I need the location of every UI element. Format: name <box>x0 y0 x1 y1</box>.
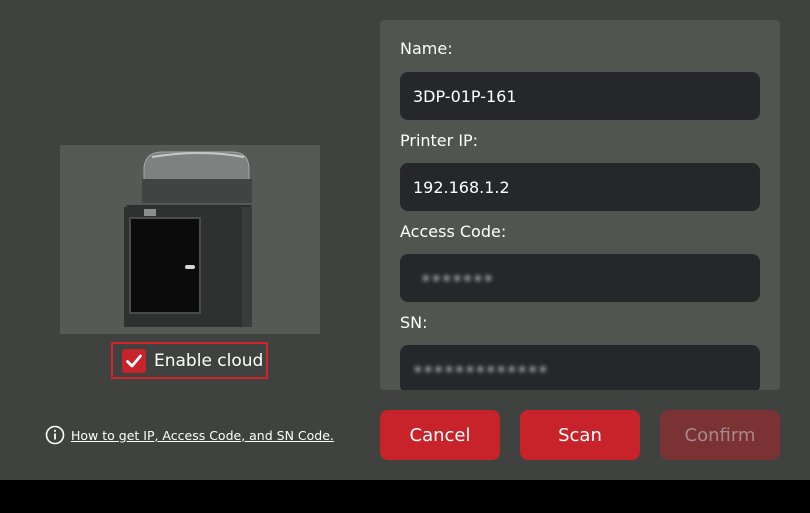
sn-field[interactable]: ••••••••••••• <box>400 345 760 390</box>
help-row: How to get IP, Access Code, and SN Code. <box>45 425 334 445</box>
info-icon <box>45 425 65 445</box>
enable-cloud-checkbox[interactable]: Enable cloud <box>111 342 268 379</box>
access-code-value: ••••••• <box>421 268 495 288</box>
printer-icon <box>124 151 252 327</box>
printer-ip-value: 192.168.1.2 <box>413 177 510 197</box>
access-code-field[interactable]: ••••••• <box>400 254 760 302</box>
printer-ip-label: Printer IP: <box>400 131 479 150</box>
name-field[interactable]: 3DP-01P-161 <box>400 72 760 120</box>
name-value: 3DP-01P-161 <box>413 86 517 106</box>
scan-button[interactable]: Scan <box>520 410 640 460</box>
printer-info-form: Name: 3DP-01P-161 Printer IP: 192.168.1.… <box>380 20 780 390</box>
bind-printer-dialog: Enable cloud Name: 3DP-01P-161 Printer I… <box>0 0 810 480</box>
help-link[interactable]: How to get IP, Access Code, and SN Code. <box>71 428 334 443</box>
cancel-button[interactable]: Cancel <box>380 410 500 460</box>
printer-image <box>60 145 320 334</box>
name-label: Name: <box>400 39 453 58</box>
printer-ip-field[interactable]: 192.168.1.2 <box>400 163 760 211</box>
confirm-button[interactable]: Confirm <box>660 410 780 460</box>
access-code-label: Access Code: <box>400 222 507 241</box>
enable-cloud-label: Enable cloud <box>154 350 264 371</box>
sn-value: ••••••••••••• <box>413 359 549 379</box>
checkmark-icon[interactable] <box>122 348 146 373</box>
sn-label: SN: <box>400 313 428 332</box>
